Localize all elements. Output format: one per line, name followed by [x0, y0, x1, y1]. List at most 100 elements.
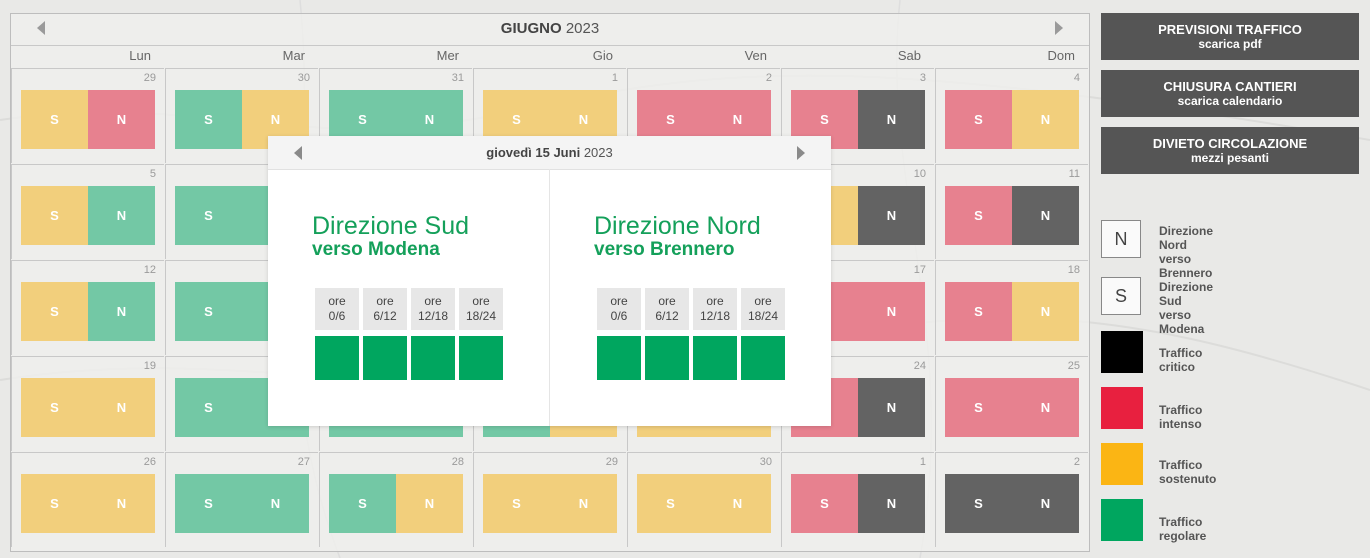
day-number: 1 — [611, 72, 618, 84]
south-status-cell[interactable]: S — [21, 474, 88, 533]
legend-critical-swatch — [1101, 331, 1143, 373]
south-status-cell[interactable]: S — [21, 90, 88, 149]
button-subtitle: mezzi pesanti — [1190, 151, 1270, 165]
slot-status-regular — [597, 336, 641, 380]
calendar-day[interactable]: 28 S N — [319, 452, 472, 547]
weekday-label: Sab — [897, 48, 921, 63]
direction-south-title: Direzione Sud verso Modena — [312, 213, 552, 261]
weekday-label: Gio — [592, 48, 613, 63]
time-slot-label: ore 6/12 — [645, 288, 689, 330]
popup-header: giovedì 15 Juni 2023 — [268, 136, 831, 170]
south-status-cell[interactable]: S — [483, 474, 550, 533]
north-status-cell[interactable]: N — [1012, 186, 1079, 245]
north-status-cell[interactable]: N — [858, 378, 925, 437]
south-status-cell[interactable]: S — [637, 474, 704, 533]
button-subtitle: scarica calendario — [1177, 94, 1283, 108]
next-month-arrow-icon[interactable] — [1055, 21, 1063, 35]
south-status-cell[interactable]: S — [945, 378, 1012, 437]
slot-status-regular — [459, 336, 503, 380]
calendar-day[interactable]: 30 S N — [627, 452, 780, 547]
south-status-cell[interactable]: S — [175, 474, 242, 533]
south-status-cell[interactable]: S — [175, 282, 242, 341]
button-title: DIVIETO CIRCOLAZIONE — [1152, 136, 1308, 151]
day-number: 31 — [451, 72, 464, 84]
north-status-cell[interactable]: N — [242, 474, 309, 533]
south-status-cell[interactable]: S — [329, 474, 396, 533]
north-status-cell[interactable]: N — [1012, 282, 1079, 341]
calendar-day[interactable]: 26 S N — [11, 452, 164, 547]
north-status-cell[interactable]: N — [704, 474, 771, 533]
north-status-cell[interactable]: N — [88, 186, 155, 245]
calendar-day[interactable]: 11 S N — [935, 164, 1088, 259]
north-status-cell[interactable]: N — [1012, 378, 1079, 437]
north-status-cell[interactable]: N — [1012, 474, 1079, 533]
time-slot-label: ore 12/18 — [411, 288, 455, 330]
legend-south-text: Direzione Sud verso Modena — [1159, 280, 1214, 336]
day-number: 30 — [759, 456, 772, 468]
calendar-day[interactable]: 5 SN — [11, 164, 164, 259]
calendar-day[interactable]: 29 S N — [473, 452, 626, 547]
button-subtitle: scarica pdf — [1198, 37, 1262, 51]
direction-south-line2: verso Modena — [312, 239, 440, 260]
heavy-vehicle-ban-button[interactable]: DIVIETO CIRCOLAZIONE mezzi pesanti — [1101, 127, 1359, 174]
north-status-cell[interactable]: N — [858, 282, 925, 341]
south-status-cell[interactable]: S — [21, 186, 88, 245]
time-slot-label: ore 0/6 — [597, 288, 641, 330]
south-status-cell[interactable]: S — [791, 474, 858, 533]
north-status-cell[interactable]: N — [88, 90, 155, 149]
calendar-day[interactable]: 29 S N — [11, 68, 164, 163]
south-status-cell[interactable]: S — [21, 282, 88, 341]
south-status-cell[interactable]: S — [175, 378, 242, 437]
calendar-day[interactable]: 2 SN — [935, 452, 1088, 547]
calendar-day[interactable]: 1 SN — [781, 452, 934, 547]
weekday-label: Lun — [129, 48, 151, 63]
calendar-day[interactable]: 19 S N — [11, 356, 164, 451]
day-number: 2 — [765, 72, 772, 84]
north-status-cell[interactable]: N — [88, 378, 155, 437]
roadworks-closure-button[interactable]: CHIUSURA CANTIERI scarica calendario — [1101, 70, 1359, 117]
north-status-cell[interactable]: N — [88, 474, 155, 533]
legend-north-text: Direzione Nord verso Brennero — [1159, 224, 1214, 280]
calendar-day[interactable]: 12 S N — [11, 260, 164, 355]
north-status-cell[interactable]: N — [88, 282, 155, 341]
time-slot-label: ore 12/18 — [693, 288, 737, 330]
north-status-cell[interactable]: N — [396, 474, 463, 533]
calendar-day[interactable]: 25 S N — [935, 356, 1088, 451]
calendar-day[interactable]: 4 SN — [935, 68, 1088, 163]
direction-north-line2: verso Brennero — [594, 239, 735, 260]
day-number: 24 — [913, 360, 926, 372]
day-number: 18 — [1067, 264, 1080, 276]
button-title: PREVISIONI TRAFFICO — [1158, 22, 1302, 37]
legend-regular-label: Traffico regolare — [1159, 515, 1207, 543]
north-status-cell[interactable]: N — [1012, 90, 1079, 149]
day-number: 26 — [143, 456, 156, 468]
south-status-cell[interactable]: S — [175, 186, 242, 245]
north-status-cell[interactable]: N — [550, 474, 617, 533]
south-status-cell[interactable]: S — [945, 474, 1012, 533]
legend-regular-swatch — [1101, 499, 1143, 541]
next-day-arrow-icon[interactable] — [797, 146, 805, 160]
north-status-cell[interactable]: N — [858, 186, 925, 245]
calendar-day[interactable]: 27 S N — [165, 452, 318, 547]
day-number: 5 — [149, 168, 156, 180]
south-status-cell[interactable]: S — [945, 90, 1012, 149]
south-status-cell[interactable]: S — [175, 90, 242, 149]
time-slot-label: ore 0/6 — [315, 288, 359, 330]
traffic-forecast-button[interactable]: PREVISIONI TRAFFICO scarica pdf — [1101, 13, 1359, 60]
south-status-cell[interactable]: S — [945, 282, 1012, 341]
slot-status-regular — [693, 336, 737, 380]
north-status-cell[interactable]: N — [858, 474, 925, 533]
popup-date-label: giovedì 15 Juni — [486, 145, 581, 160]
calendar-header: GIUGNO 2023 Lun Mar Mer Gio Ven Sab Dom — [11, 14, 1089, 68]
north-status-cell[interactable]: N — [858, 90, 925, 149]
legend-sustained-label: Traffico sostenuto — [1159, 458, 1217, 486]
popup-date: giovedì 15 Juni 2023 — [268, 145, 831, 160]
calendar-day[interactable]: 18 S N — [935, 260, 1088, 355]
slot-status-regular — [411, 336, 455, 380]
south-status-cell[interactable]: S — [945, 186, 1012, 245]
day-number: 19 — [143, 360, 156, 372]
day-number: 12 — [143, 264, 156, 276]
south-status-cell[interactable]: S — [21, 378, 88, 437]
day-number: 10 — [913, 168, 926, 180]
month-name: GIUGNO — [500, 20, 562, 37]
